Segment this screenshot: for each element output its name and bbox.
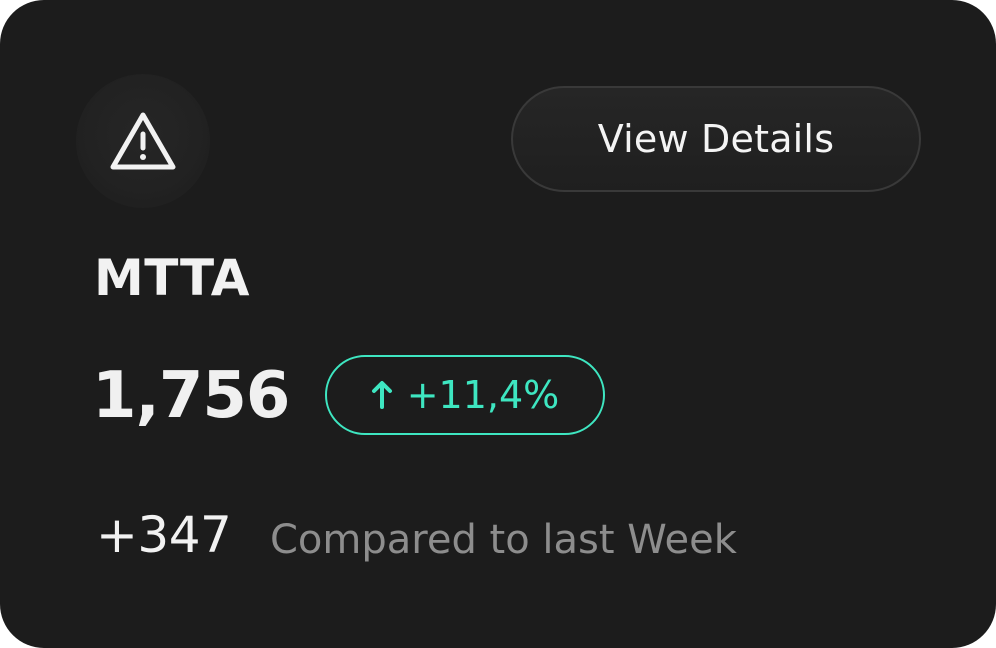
metric-value: 1,756 [92,359,290,433]
warning-triangle-icon [110,112,176,170]
metric-title: MTTA [94,249,250,307]
arrow-up-icon [371,380,393,410]
change-value: +11,4% [406,373,560,417]
view-details-button[interactable]: View Details [511,86,921,192]
metric-card: View Details MTTA 1,756 +11,4% +347 Comp… [0,0,996,648]
change-badge: +11,4% [325,355,605,435]
comparison-text: Compared to last Week [270,517,737,563]
warning-icon-badge [76,74,210,208]
view-details-label: View Details [597,117,835,161]
delta-value: +347 [96,506,232,564]
